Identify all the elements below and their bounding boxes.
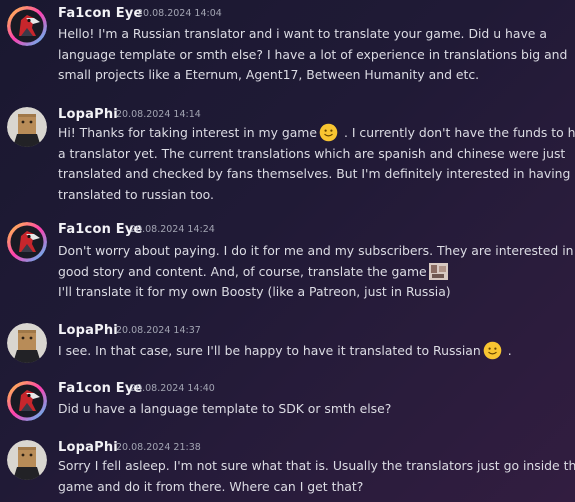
lopaphi-avatar[interactable] [7,107,47,147]
slightly-smiling-face-icon [483,341,502,360]
message-timestamp: 20.08.2024 14:24 [130,224,215,235]
message-line: language template or smth else? I have a… [58,46,568,62]
message-line: Hi! Thanks for taking interest in my gam… [58,123,575,144]
message-text-segment: good story and content. And, of course, … [58,263,427,279]
message-timestamp: 20.08.2024 21:38 [116,442,201,453]
message-text: Did u have a language template to SDK or… [58,399,568,420]
message-text: Don't worry about paying. I do it for me… [58,241,574,303]
message-timestamp: 20.08.2024 14:14 [116,109,201,120]
message-line: good story and content. And, of course, … [58,262,568,283]
message-line: translated to russian too. [58,186,214,202]
message-timestamp: 20.08.2024 14:04 [137,8,222,19]
message-line: Sorry I fell asleep. I'm not sure what t… [58,458,575,473]
message-line: Don't worry about paying. I do it for me… [58,243,574,258]
message-text-segment: . I currently don't have the funds to hi… [340,125,575,140]
message-line: Hello! I'm a Russian translator and i wa… [58,26,547,41]
message-timestamp: 20.08.2024 14:40 [130,383,215,394]
message-author[interactable]: Fa1con Eye [58,6,143,22]
falcon-eye-avatar[interactable] [7,381,47,421]
message-line: Did u have a language template to SDK or… [58,401,392,416]
custom-emote-image-icon [428,262,448,281]
message-text-segment: . [503,343,512,358]
message-line: game and do it from there. Where can I g… [58,478,364,494]
message-line: translated and checked by fans themselve… [58,166,575,181]
message-line: I'll translate it for my own Boosty (lik… [58,284,451,299]
lopaphi-avatar[interactable] [7,323,47,363]
message-text: Hello! I'm a Russian translator and i wa… [58,24,568,86]
slightly-smiling-face-icon [319,123,338,142]
message-line: I see. In that case, sure I'll be happy … [58,341,568,362]
message-text: Hi! Thanks for taking interest in my gam… [58,123,575,205]
message-line: a translator yet. The current translatio… [58,145,566,161]
message-author[interactable]: LopaPhi [58,323,118,339]
message-text-segment: Hi! Thanks for taking interest in my gam… [58,125,318,140]
message-timestamp: 20.08.2024 14:37 [116,325,201,336]
falcon-eye-avatar[interactable] [7,222,47,262]
message-author[interactable]: LopaPhi [58,440,118,456]
message-author[interactable]: LopaPhi [58,107,118,123]
lopaphi-avatar[interactable] [7,440,47,480]
message-line: small projects like a Eternum, Agent17, … [58,67,480,82]
message-text: Sorry I fell asleep. I'm not sure what t… [58,456,575,497]
message-text-segment: I see. In that case, sure I'll be happy … [58,343,481,358]
falcon-eye-avatar[interactable] [7,6,47,46]
message-text: I see. In that case, sure I'll be happy … [58,341,568,362]
